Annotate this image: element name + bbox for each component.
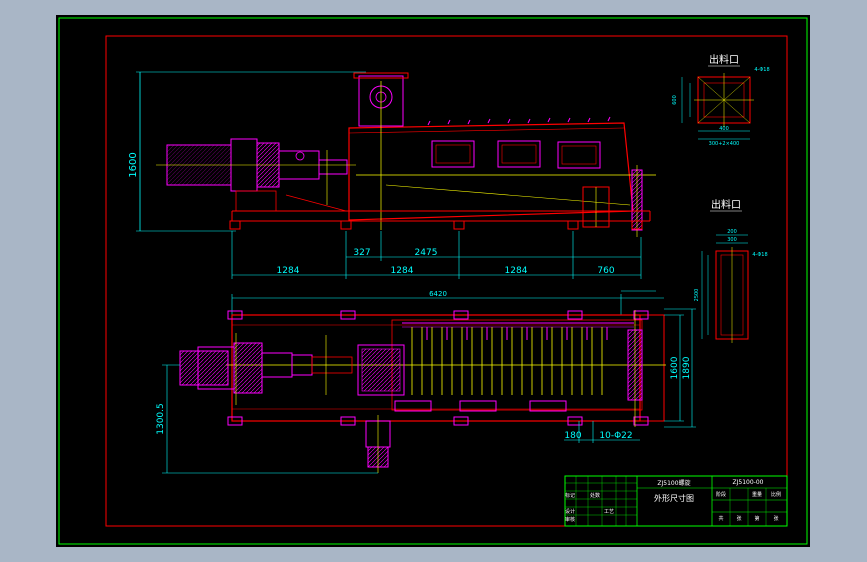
title-block: ZJ5100-00 ZJ5100螺旋 外形尺寸图 标记 处数 设计 审核 工艺 … [564, 475, 788, 527]
dim-plan-width-1: 1600 [670, 356, 680, 379]
title-block-row-label-1: 标记 [565, 492, 575, 499]
outlet-top-label: 出料口 [709, 53, 739, 66]
outlet-top-dim-side: 4-Φ18 [754, 67, 769, 73]
dim-plan-overall: 6420 [429, 290, 447, 298]
title-block-row-label-5: 工艺 [604, 509, 614, 515]
title-block-product-name: ZJ5100螺旋 [657, 479, 690, 487]
dim-plan-bottom-1: 180 [564, 431, 581, 441]
dim-front-seg-1: 327 [353, 248, 370, 258]
plan-view: 6420 1600 1890 1300.5 180 10-Φ22 [156, 290, 696, 474]
title-block-sheet-4: 张 [773, 515, 778, 522]
cad-drawing: 1600 327 2475 1284 1284 1284 760 6420 16… [58, 17, 808, 545]
dim-front-height: 1600 [128, 152, 139, 177]
title-block-row-label-2: 处数 [590, 492, 600, 499]
outlet-top-dim-bottom: 400 [719, 126, 729, 132]
outlet-side-dim-top1: 200 [727, 229, 737, 235]
title-block-row-label-3: 设计 [565, 508, 575, 515]
title-block-col-label-1: 阶段 [716, 491, 726, 498]
title-block-col-label-2: 重量 [752, 491, 762, 498]
outlet-side-dim-left: 2500 [694, 289, 700, 302]
cad-viewport[interactable]: 1600 327 2475 1284 1284 1284 760 6420 16… [56, 15, 810, 547]
title-block-col-label-3: 比例 [771, 491, 781, 498]
dim-front-bottom-2: 1284 [391, 266, 414, 276]
dim-plan-width-2: 1890 [682, 356, 692, 379]
outlet-detail-side: 出料口 200 300 2500 4-Φ18 [694, 198, 768, 343]
title-block-sheet-3: 第 [754, 515, 759, 522]
dim-front-seg-2: 2475 [415, 248, 438, 258]
dim-front-bottom-3: 1284 [505, 266, 528, 276]
title-block-row-label-4: 审核 [565, 516, 575, 523]
dim-plan-side: 1300.5 [156, 403, 166, 435]
title-block-sheet-1: 共 [718, 515, 723, 522]
dim-front-bottom-1: 1284 [277, 266, 300, 276]
outlet-side-dim-right: 4-Φ18 [752, 252, 767, 258]
outlet-detail-top: 出料口 4-Φ18 600 400 300+2×400 [672, 53, 770, 147]
title-block-drawing-no: ZJ5100-00 [733, 479, 764, 486]
front-view: 1600 327 2475 1284 1284 1284 760 [128, 71, 656, 279]
outlet-side-label: 出料口 [711, 198, 741, 211]
dim-plan-bottom-2: 10-Φ22 [599, 431, 632, 441]
outlet-top-dim-bottom2: 300+2×400 [709, 141, 740, 147]
outlet-side-dim-top2: 300 [727, 237, 737, 243]
drawing-frame [105, 35, 788, 527]
title-block-sheet-2: 张 [736, 515, 741, 522]
outlet-top-dim-left: 600 [672, 95, 678, 105]
dim-front-bottom-4: 760 [597, 266, 614, 276]
outer-border [58, 17, 808, 545]
title-block-title: 外形尺寸图 [654, 493, 694, 503]
